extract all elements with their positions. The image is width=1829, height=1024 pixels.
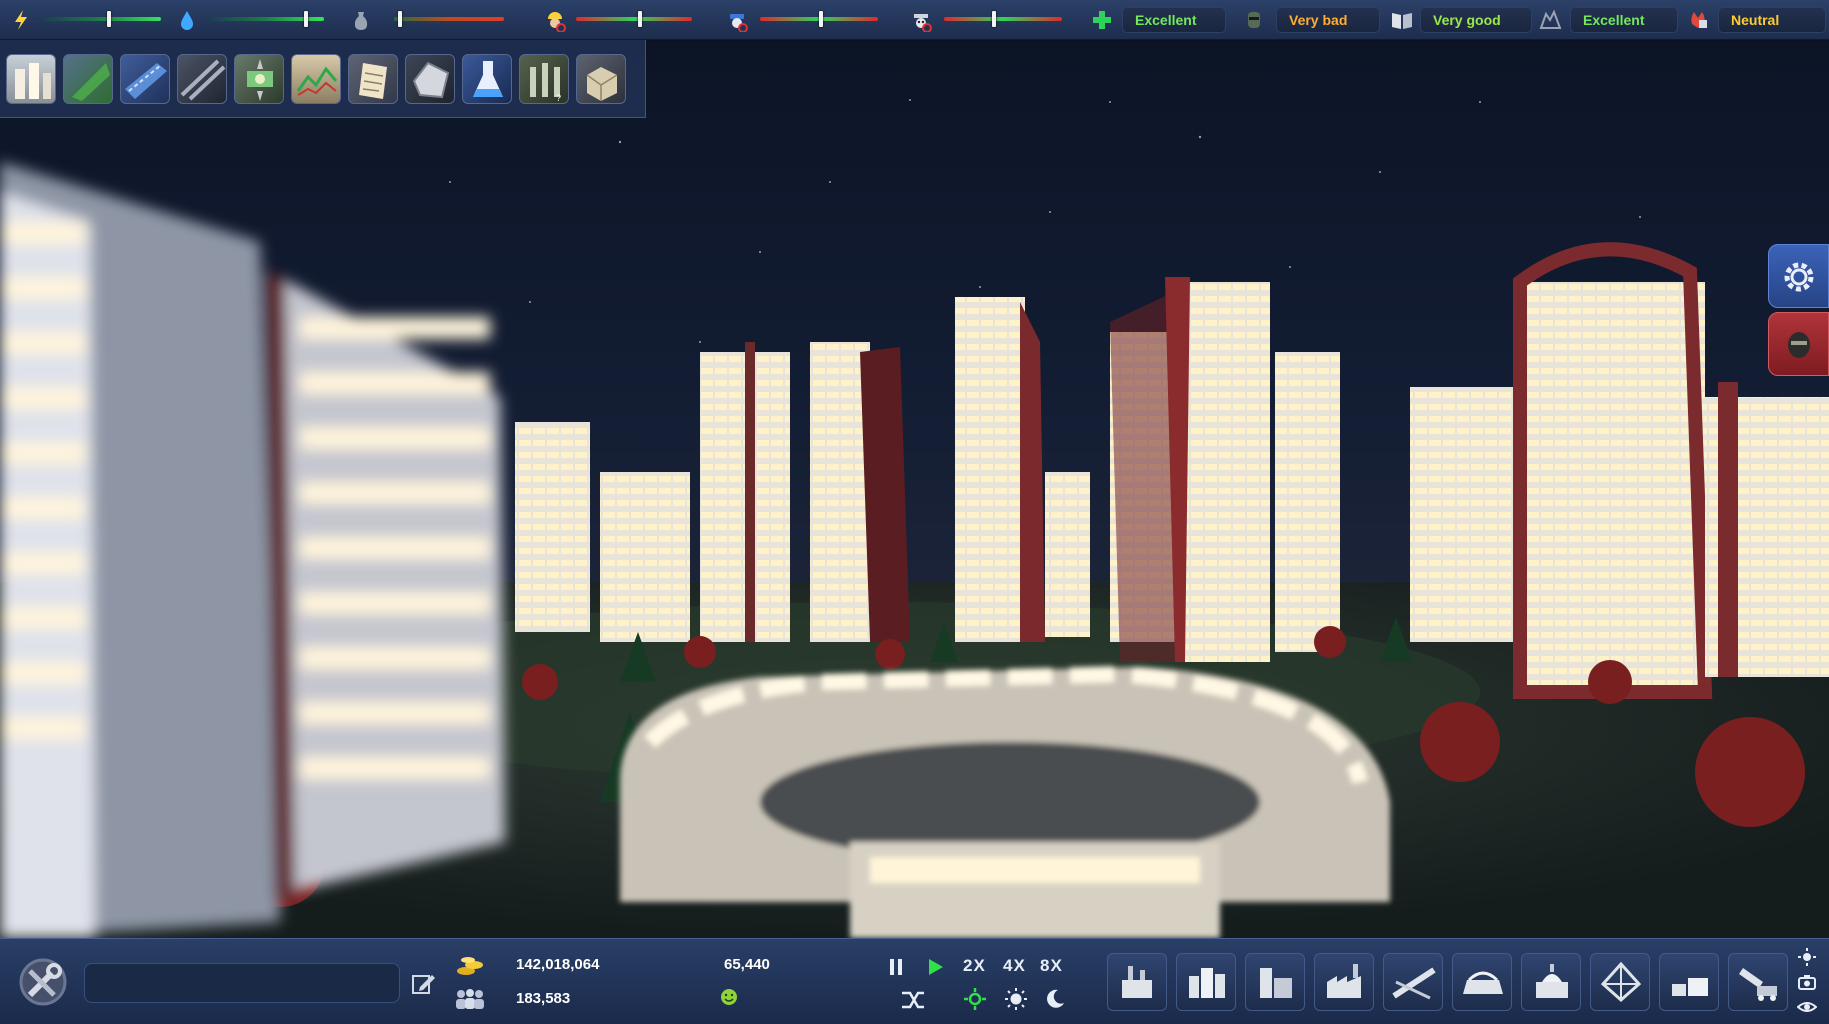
pollution-balance-marker xyxy=(991,11,996,27)
top-status-bar: Excellent Very bad Very good Excellent N… xyxy=(0,0,1829,40)
edit-name-icon[interactable] xyxy=(410,971,436,997)
monuments-category-icon[interactable]: ? xyxy=(519,54,569,104)
transport-station-icon xyxy=(1463,971,1503,994)
road-tool-icon xyxy=(1392,967,1436,1000)
waste-icon xyxy=(354,12,368,30)
workers-balance-bar xyxy=(576,17,692,21)
residential-category-icon[interactable] xyxy=(6,54,56,104)
happiness-flame-icon xyxy=(1691,12,1707,28)
construction-worker-icon xyxy=(548,12,566,32)
landmark-build-button[interactable] xyxy=(1590,953,1650,1011)
advisor-face-icon xyxy=(1788,332,1810,358)
bottom-control-bar: 142,018,064 183,583 65,440 2X 4X 8X xyxy=(0,938,1829,1024)
camera-icon[interactable] xyxy=(1797,973,1817,991)
speed-4x-button[interactable]: 4X xyxy=(1003,956,1026,976)
power-plant-build-button[interactable] xyxy=(1107,953,1167,1011)
pause-button[interactable] xyxy=(885,956,907,978)
education-status-label: Very good xyxy=(1420,7,1532,33)
crime-mask-icon xyxy=(1248,12,1260,28)
commercial-build-button[interactable] xyxy=(1245,953,1305,1011)
city-name-input[interactable] xyxy=(84,963,400,1003)
education-status[interactable]: Very good xyxy=(1390,0,1536,40)
commercial-building-icon xyxy=(1260,968,1292,998)
health-status-label: Excellent xyxy=(1122,7,1226,33)
bulldozer-build-button[interactable] xyxy=(1728,953,1788,1011)
industrial-building-icon xyxy=(1327,964,1361,998)
health-cross-icon xyxy=(1093,11,1111,29)
power-plant-icon xyxy=(1122,966,1152,998)
tools-wrench-icon xyxy=(19,958,67,1006)
police-resource[interactable] xyxy=(722,0,882,40)
svg-text:?: ? xyxy=(556,93,561,103)
population-value: 183,583 xyxy=(516,990,571,1007)
waste-resource[interactable] xyxy=(346,0,506,40)
workers-resource[interactable] xyxy=(540,0,700,40)
settings-button[interactable] xyxy=(1768,244,1829,308)
statistics-category-icon[interactable] xyxy=(291,54,341,104)
public-service-build-button[interactable] xyxy=(1521,953,1581,1011)
workers-balance-marker xyxy=(637,11,642,27)
transport-build-button[interactable] xyxy=(1452,953,1512,1011)
happiness-smiley-icon xyxy=(721,989,737,1005)
happiness-status-label: Neutral xyxy=(1718,7,1826,33)
sun-day-icon[interactable] xyxy=(1004,987,1028,1011)
electricity-balance-marker xyxy=(106,11,111,27)
pollution-resource[interactable] xyxy=(906,0,1066,40)
water-icon xyxy=(181,11,193,30)
money-coins-icon xyxy=(457,957,483,975)
landmark-icon xyxy=(1600,961,1642,1003)
income-value: 65,440 xyxy=(724,956,770,973)
weather-icon[interactable] xyxy=(1797,947,1817,967)
speed-8x-button[interactable]: 8X xyxy=(1040,956,1063,976)
population-people-icon xyxy=(456,989,484,1009)
happiness-status[interactable]: Neutral xyxy=(1686,0,1829,40)
tools-menu-button[interactable] xyxy=(14,953,72,1011)
moon-night-icon[interactable] xyxy=(1043,987,1067,1011)
crime-status-label: Very bad xyxy=(1276,7,1380,33)
water-resource[interactable] xyxy=(172,0,342,40)
waste-balance-marker xyxy=(397,11,402,27)
residential-building-icon xyxy=(1189,968,1225,998)
speed-2x-button[interactable]: 2X xyxy=(963,956,986,976)
rail-category-icon[interactable] xyxy=(177,54,227,104)
waste-balance-bar xyxy=(394,17,504,21)
economy-category-icon[interactable] xyxy=(234,54,284,104)
warehouse-category-icon[interactable] xyxy=(576,54,626,104)
water-balance-marker xyxy=(304,11,308,27)
pollution-icon xyxy=(914,14,932,32)
storage-icon xyxy=(1672,978,1708,996)
roads-category-icon[interactable] xyxy=(120,54,170,104)
electricity-balance-bar xyxy=(36,17,161,21)
road-build-button[interactable] xyxy=(1383,953,1443,1011)
day-night-cycle-icon[interactable] xyxy=(963,987,987,1011)
money-value: 142,018,064 xyxy=(516,956,600,973)
environment-icon xyxy=(1539,9,1562,29)
storage-build-button[interactable] xyxy=(1659,953,1719,1011)
play-button[interactable] xyxy=(924,956,946,978)
police-icon xyxy=(730,14,748,32)
build-category-toolbar: ? xyxy=(0,40,646,118)
city-viewport[interactable] xyxy=(0,42,1829,938)
view-eye-icon[interactable] xyxy=(1797,999,1817,1015)
education-book-icon xyxy=(1392,13,1412,29)
research-category-icon[interactable] xyxy=(462,54,512,104)
health-status[interactable]: Excellent xyxy=(1090,0,1230,40)
crime-status[interactable]: Very bad xyxy=(1242,0,1382,40)
settings-gear-icon xyxy=(1784,262,1814,292)
environment-status[interactable]: Excellent xyxy=(1534,0,1684,40)
policies-category-icon[interactable] xyxy=(348,54,398,104)
public-service-icon xyxy=(1536,964,1568,998)
shuffle-icon[interactable] xyxy=(900,989,926,1011)
residential-build-button[interactable] xyxy=(1176,953,1236,1011)
police-balance-marker xyxy=(819,11,824,27)
pollution-balance-bar xyxy=(944,17,1062,21)
environment-status-label: Excellent xyxy=(1570,7,1678,33)
electricity-icon xyxy=(15,10,27,30)
bulldozer-icon xyxy=(1739,968,1777,1001)
minerals-category-icon[interactable] xyxy=(405,54,455,104)
industrial-build-button[interactable] xyxy=(1314,953,1374,1011)
parks-category-icon[interactable] xyxy=(63,54,113,104)
city-night-render xyxy=(0,99,1829,938)
advisor-button[interactable] xyxy=(1768,312,1829,376)
